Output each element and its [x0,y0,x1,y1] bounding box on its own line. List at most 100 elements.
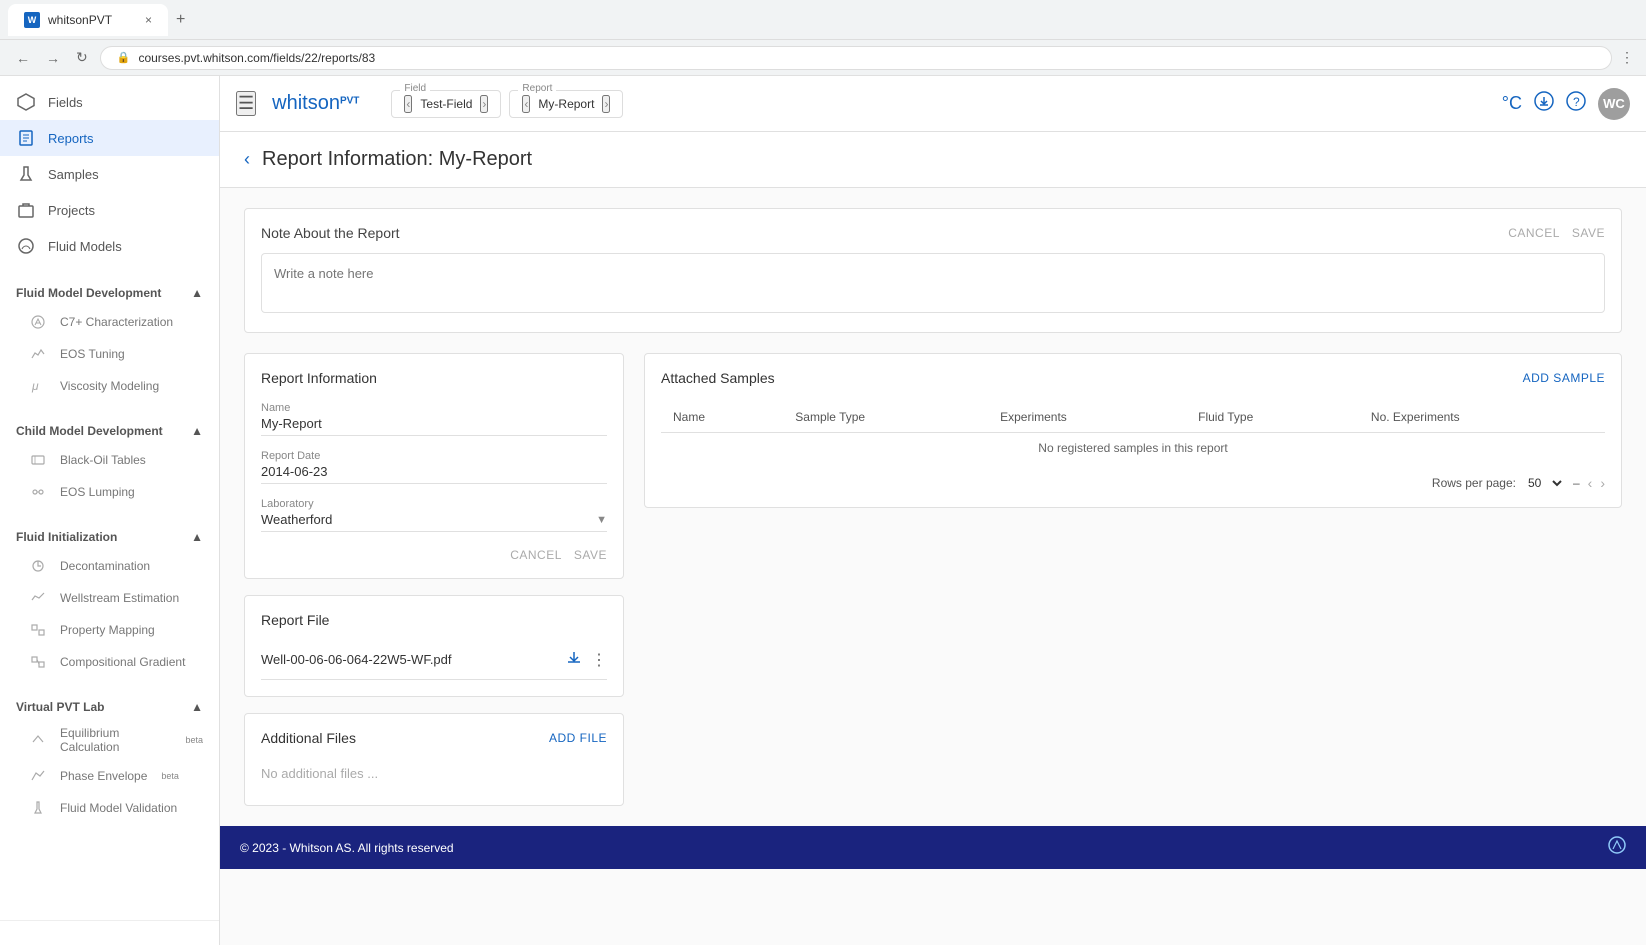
field-next-button[interactable]: › [480,95,488,113]
file-download-button[interactable] [565,648,583,671]
samples-card-header: Attached Samples ADD SAMPLE [661,370,1605,386]
browser-chrome: W whitsonPVT × + [0,0,1646,40]
hamburger-button[interactable]: ☰ [236,91,256,116]
report-next-button[interactable]: › [602,95,610,113]
celsius-button[interactable]: °C [1502,93,1522,114]
file-actions: ⋮ [565,648,607,671]
fluid-model-dev-header[interactable]: Fluid Model Development ▲ [0,280,219,306]
no-files-text: No additional files ... [261,758,607,789]
breadcrumb: Field ‹ Test-Field › Report ‹ My-Report … [391,90,623,118]
additional-files-header: Additional Files ADD FILE [261,730,607,746]
rows-per-page-select[interactable]: 50 25 100 [1524,475,1565,491]
col-name: Name [661,402,783,433]
sidebar-item-fields[interactable]: Fields [0,84,219,120]
add-sample-button[interactable]: ADD SAMPLE [1523,371,1605,385]
back-button[interactable]: ‹ [244,149,250,170]
left-column: Report Information Name My-Report Report… [244,353,624,806]
help-button[interactable]: ? [1566,91,1586,116]
report-breadcrumb[interactable]: Report ‹ My-Report › [509,90,623,118]
child-model-dev-section: Child Model Development ▲ Black-Oil Tabl… [0,410,219,516]
field-breadcrumb-label: Field [400,83,430,94]
sidebar-item-phase-envelope[interactable]: Phase Envelope beta [0,760,219,792]
report-info-save-button[interactable]: SAVE [574,548,607,562]
field-breadcrumb[interactable]: Field ‹ Test-Field › [391,90,501,118]
user-avatar[interactable]: WC [1598,88,1630,120]
sidebar-item-eos-lumping[interactable]: EOS Lumping [0,476,219,508]
sidebar-item-equilibrium-label: Equilibrium Calculation [60,726,171,754]
browser-actions: ⋮ [1620,49,1634,66]
note-save-button[interactable]: SAVE [1572,226,1605,240]
app-footer: © 2023 - Whitson AS. All rights reserved [220,826,1646,869]
sidebar-item-decontamination[interactable]: Decontamination [0,550,219,582]
sidebar-item-samples[interactable]: Samples [0,156,219,192]
note-textarea[interactable] [261,253,1605,313]
file-menu-button[interactable]: ⋮ [591,648,607,671]
report-prev-button[interactable]: ‹ [522,95,530,113]
sidebar-item-samples-label: Samples [48,167,99,182]
field-prev-button[interactable]: ‹ [404,95,412,113]
main-content: ‹ Report Information: My-Report Note Abo… [220,132,1646,945]
sidebar-item-property-mapping[interactable]: Property Mapping [0,614,219,646]
refresh-button[interactable]: ↻ [72,45,92,70]
sidebar-item-viscosity[interactable]: μ Viscosity Modeling [0,370,219,402]
sidebar-nav: Fields Reports Samples Projects [0,76,219,272]
lab-select[interactable]: Weatherford ▼ [261,512,607,532]
add-file-button[interactable]: ADD FILE [549,731,607,745]
virtual-pvt-label: Virtual PVT Lab [16,700,104,714]
file-item: Well-00-06-06-064-22W5-WF.pdf ⋮ [261,640,607,680]
sidebar-item-c7[interactable]: C7+ Characterization [0,306,219,338]
sidebar-item-viscosity-label: Viscosity Modeling [60,379,159,393]
note-card: Note About the Report CANCEL SAVE [244,208,1622,333]
name-label: Name [261,402,607,414]
tab-favicon: W [24,12,40,28]
virtual-pvt-header[interactable]: Virtual PVT Lab ▲ [0,694,219,720]
sidebar-item-eos-tuning[interactable]: EOS Tuning [0,338,219,370]
forward-button[interactable]: → [42,46,64,70]
download-button[interactable] [1534,91,1554,116]
app-container: Fields Reports Samples Projects [0,76,1646,945]
sidebar-item-equilibrium[interactable]: Equilibrium Calculation beta [0,720,219,760]
name-field: Name My-Report [261,402,607,436]
sidebar-item-black-oil[interactable]: Black-Oil Tables [0,444,219,476]
sidebar-item-fluid-models[interactable]: Fluid Models [0,228,219,264]
col-sample-type: Sample Type [783,402,988,433]
fluid-init-header[interactable]: Fluid Initialization ▲ [0,524,219,550]
fluid-model-dev-section: Fluid Model Development ▲ C7+ Characteri… [0,272,219,410]
note-cancel-button[interactable]: CANCEL [1508,226,1560,240]
page-header: ‹ Report Information: My-Report [220,132,1646,188]
lock-icon: 🔒 [117,51,131,64]
logo-pvt: PVT [340,96,359,107]
viscosity-icon: μ [28,376,48,396]
sidebar-footer [0,920,219,945]
sidebar-item-projects[interactable]: Projects [0,192,219,228]
new-tab-button[interactable]: + [176,11,185,29]
back-button[interactable]: ← [12,46,34,70]
url-bar[interactable]: 🔒 courses.pvt.whitson.com/fields/22/repo… [100,46,1612,70]
no-data-row: No registered samples in this report [661,433,1605,464]
extensions-button[interactable]: ⋮ [1620,49,1634,66]
fields-icon [16,92,36,112]
samples-table-head: Name Sample Type Experiments Fluid Type … [661,402,1605,433]
sidebar-item-comp-gradient[interactable]: Compositional Gradient [0,646,219,678]
lab-dropdown-icon: ▼ [596,514,607,526]
tab-label: whitsonPVT [48,13,112,27]
sidebar-item-wellstream[interactable]: Wellstream Estimation [0,582,219,614]
report-file-title: Report File [261,612,607,628]
next-page-button[interactable]: › [1600,475,1605,491]
child-model-dev-collapse-icon: ▲ [191,424,203,438]
attached-samples-card: Attached Samples ADD SAMPLE Name Sample … [644,353,1622,508]
field-value: Test-Field [420,97,472,111]
child-model-dev-label: Child Model Development [16,424,163,438]
sidebar-item-fluid-validation[interactable]: Fluid Model Validation [0,792,219,824]
svg-text:?: ? [1573,95,1580,109]
fluid-init-section: Fluid Initialization ▲ Decontamination W… [0,516,219,686]
prev-page-button[interactable]: ‹ [1588,475,1593,491]
report-info-cancel-button[interactable]: CANCEL [510,548,562,562]
sidebar-item-eos-tuning-label: EOS Tuning [60,347,125,361]
browser-tab[interactable]: W whitsonPVT × [8,4,168,36]
sidebar-item-c7-label: C7+ Characterization [60,315,173,329]
tab-close-icon[interactable]: × [145,13,152,27]
child-model-dev-header[interactable]: Child Model Development ▲ [0,418,219,444]
sidebar-item-reports[interactable]: Reports [0,120,219,156]
sidebar-item-decontamination-label: Decontamination [60,559,150,573]
